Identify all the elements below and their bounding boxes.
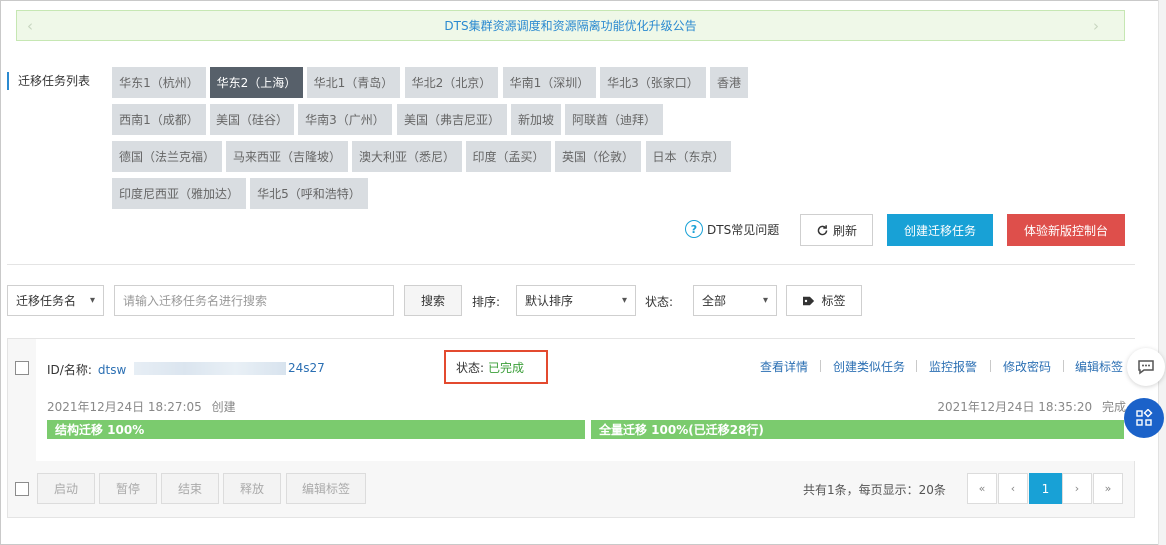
refresh-button[interactable]: 刷新: [800, 214, 873, 246]
region-tab-singapore[interactable]: 新加坡: [511, 104, 561, 135]
view-details-link[interactable]: 查看详情: [760, 358, 808, 375]
region-tab-london[interactable]: 英国（伦敦）: [555, 141, 641, 172]
region-tab-mumbai[interactable]: 印度（孟买）: [466, 141, 551, 172]
link-separator: [916, 360, 917, 372]
chevron-down-icon: ▾: [89, 295, 95, 306]
create-task-button[interactable]: 创建迁移任务: [887, 214, 993, 246]
region-tab-dubai[interactable]: 阿联酋（迪拜）: [565, 104, 663, 135]
change-password-link[interactable]: 修改密码: [1003, 358, 1051, 375]
refresh-label: 刷新: [832, 223, 857, 238]
section-divider: [7, 264, 1135, 265]
region-tab-shanghai[interactable]: 华东2（上海）: [210, 67, 303, 98]
question-icon: ?: [685, 220, 703, 238]
chevron-down-icon: ▾: [762, 295, 768, 306]
edit-tags-button[interactable]: 编辑标签: [286, 473, 366, 504]
region-tab-shenzhen[interactable]: 华南1（深圳）: [503, 67, 596, 98]
chat-icon: [1138, 360, 1154, 375]
created-label: 创建: [211, 400, 236, 414]
chevron-down-icon: ▾: [621, 295, 627, 306]
finished-time: 2021年12月24日 18:35:20 完成: [937, 398, 1126, 415]
prev-page-button[interactable]: ‹: [998, 473, 1028, 504]
structure-migration-progress: 结构迁移 100%: [47, 420, 585, 439]
search-field-value: 迁移任务名: [16, 294, 77, 308]
redacted-id-mask: [134, 362, 286, 375]
created-time: 2021年12月24日 18:27:05 创建: [47, 398, 236, 415]
end-button[interactable]: 结束: [161, 473, 219, 504]
status-select[interactable]: 全部 ▾: [693, 285, 777, 316]
status-filter-value: 全部: [702, 294, 727, 308]
region-tab-hongkong[interactable]: 香港: [710, 67, 748, 98]
vertical-scrollbar[interactable]: [1158, 0, 1166, 545]
new-console-button[interactable]: 体验新版控制台: [1007, 214, 1125, 246]
link-separator: [1063, 360, 1064, 372]
region-tab-kuala-lumpur[interactable]: 马来西亚（吉隆坡）: [226, 141, 348, 172]
faq-label: DTS常见问题: [707, 222, 780, 237]
page-1-button[interactable]: 1: [1029, 473, 1062, 504]
created-timestamp: 2021年12月24日 18:27:05: [47, 400, 202, 414]
announcement-text[interactable]: DTS集群资源调度和资源隔离功能优化升级公告: [444, 17, 696, 34]
task-status-highlight: 状态: 已完成: [444, 350, 548, 384]
task-status-label: 状态:: [456, 360, 485, 375]
region-tab-sydney[interactable]: 澳大利亚（悉尼）: [352, 141, 462, 172]
select-all-checkbox[interactable]: [15, 482, 29, 496]
link-separator: [990, 360, 991, 372]
task-id-line: ID/名称: dtsw: [47, 361, 126, 378]
finished-label: 完成: [1101, 400, 1126, 414]
pause-button[interactable]: 暂停: [99, 473, 157, 504]
last-page-button[interactable]: »: [1093, 473, 1123, 504]
region-tab-hangzhou[interactable]: 华东1（杭州）: [112, 67, 206, 98]
section-title: 迁移任务列表: [7, 72, 90, 90]
task-id-prefix[interactable]: dtsw: [98, 363, 126, 377]
sort-value: 默认排序: [525, 294, 574, 308]
link-separator: [820, 360, 821, 372]
region-tab-zhangjiakou[interactable]: 华北3（张家口）: [600, 67, 706, 98]
start-button[interactable]: 启动: [37, 473, 95, 504]
edit-tags-link[interactable]: 编辑标签: [1075, 358, 1123, 375]
tag-icon: [803, 296, 815, 305]
grid-icon: [1136, 409, 1153, 426]
first-page-button[interactable]: «: [967, 473, 997, 504]
create-similar-task-link[interactable]: 创建类似任务: [833, 358, 905, 375]
next-page-button[interactable]: ›: [1062, 473, 1092, 504]
finished-timestamp: 2021年12月24日 18:35:20: [937, 400, 1093, 414]
monitor-alert-link[interactable]: 监控报警: [929, 358, 977, 375]
refresh-icon: [817, 224, 828, 235]
full-migration-progress: 全量迁移 100%(已迁移28行): [591, 420, 1124, 439]
task-checkbox[interactable]: [15, 361, 29, 375]
tag-label: 标签: [821, 294, 846, 308]
search-input[interactable]: [114, 285, 394, 316]
chat-float-button[interactable]: [1127, 348, 1165, 386]
chevron-left-icon[interactable]: ‹: [27, 17, 33, 35]
region-tab-qingdao[interactable]: 华北1（青岛）: [307, 67, 400, 98]
task-status-value: 已完成: [488, 360, 525, 375]
faq-link[interactable]: ? DTS常见问题: [685, 220, 779, 238]
announcement-banner[interactable]: ‹ DTS集群资源调度和资源隔离功能优化升级公告 ›: [16, 10, 1125, 41]
release-button[interactable]: 释放: [223, 473, 281, 504]
region-tab-frankfurt[interactable]: 德国（法兰克福）: [112, 141, 222, 172]
region-tab-jakarta[interactable]: 印度尼西亚（雅加达）: [112, 178, 246, 209]
apps-float-button[interactable]: [1124, 398, 1164, 438]
search-field-select[interactable]: 迁移任务名 ▾: [7, 285, 104, 316]
task-id-suffix[interactable]: 24s27: [288, 361, 325, 375]
task-id-label: ID/名称:: [47, 363, 92, 377]
region-tab-silicon-valley[interactable]: 美国（硅谷）: [210, 104, 294, 135]
search-button[interactable]: 搜索: [404, 285, 462, 316]
region-tab-beijing[interactable]: 华北2（北京）: [405, 67, 498, 98]
region-tab-hohhot[interactable]: 华北5（呼和浩特）: [250, 178, 368, 209]
sort-label: 排序:: [472, 295, 501, 309]
region-tab-chengdu[interactable]: 西南1（成都）: [112, 104, 206, 135]
region-tab-guangzhou[interactable]: 华南3（广州）: [298, 104, 392, 135]
sort-select[interactable]: 默认排序 ▾: [516, 285, 636, 316]
region-tab-tokyo[interactable]: 日本（东京）: [646, 141, 731, 172]
pagination-info: 共有1条，每页显示：20条: [803, 483, 946, 497]
region-tab-virginia[interactable]: 美国（弗吉尼亚）: [397, 104, 507, 135]
status-filter-label: 状态:: [645, 295, 674, 309]
tag-button[interactable]: 标签: [786, 285, 862, 316]
chevron-right-icon[interactable]: ›: [1093, 17, 1099, 35]
